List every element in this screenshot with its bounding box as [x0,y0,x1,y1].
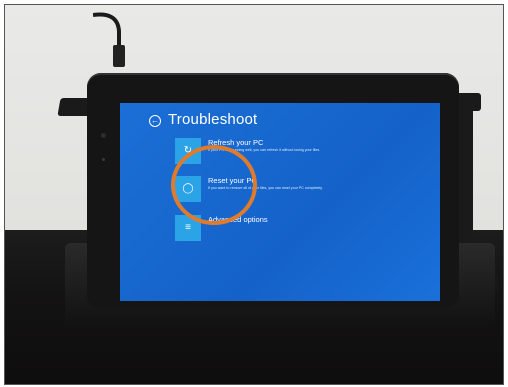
highlight-circle [171,145,257,225]
light-sensor [102,158,105,161]
tablet: ← Troubleshoot ↻ Refresh your PC If your… [87,73,459,309]
advanced-options-icon: ≡ [185,222,191,233]
photo-frame: ← Troubleshoot ↻ Refresh your PC If your… [4,4,504,385]
front-camera [101,133,106,138]
screen-title: Troubleshoot [168,111,258,128]
tablet-screen: ← Troubleshoot ↻ Refresh your PC If your… [120,103,440,301]
usb-cable [93,12,125,67]
back-arrow-icon[interactable]: ← [149,115,161,127]
